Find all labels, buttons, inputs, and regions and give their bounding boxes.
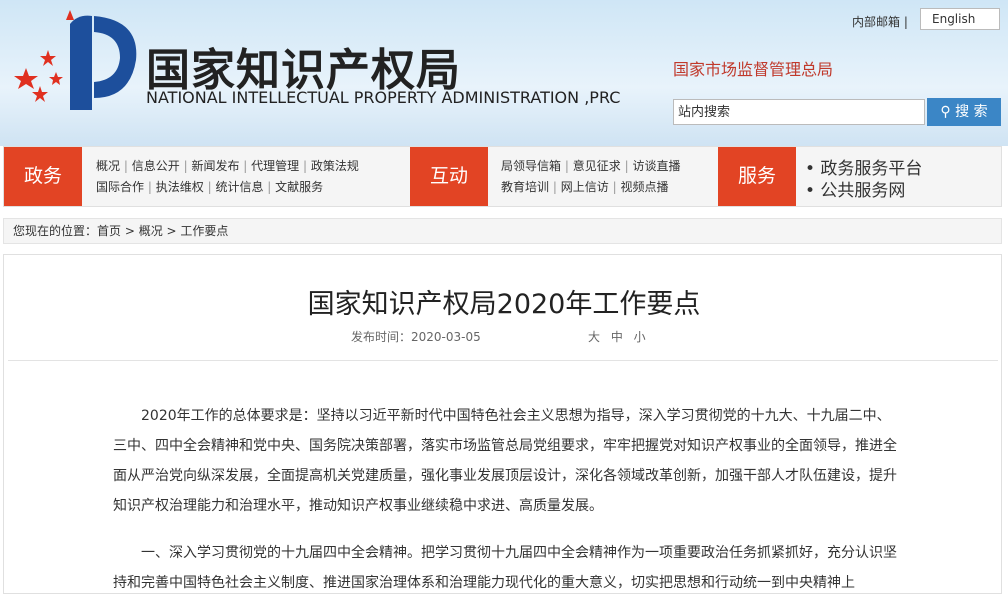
search-button[interactable]: ⚲ 搜 索	[927, 98, 1001, 126]
header: 国家知识产权局 NATIONAL INTELLECTUAL PROPERTY A…	[0, 0, 1008, 146]
paragraph: 一、深入学习贯彻党的十九届四中全会精神。把学习贯彻十九届四中全会精神作为一项重要…	[113, 545, 897, 591]
nav-link[interactable]: 视频点播	[620, 180, 668, 194]
nav-link[interactable]: 新闻发布	[191, 159, 239, 173]
publish-date: 发布时间：2020-03-05	[351, 330, 481, 344]
nav-link[interactable]: 教育培训	[501, 180, 549, 194]
nav-link[interactable]: 访谈直播	[632, 159, 680, 173]
breadcrumb-home[interactable]: 首页	[97, 224, 121, 238]
public-service-link[interactable]: • 公共服务网	[805, 176, 905, 201]
nav-tag-zhengwu[interactable]: 政务	[4, 147, 82, 206]
article-body: 2020年工作的总体要求是：坚持以习近平新时代中国特色社会主义思想为指导，深入学…	[113, 401, 903, 615]
nav-link[interactable]: 意见征求	[573, 159, 621, 173]
breadcrumb: 您现在的位置：首页 > 概况 > 工作要点	[3, 218, 1002, 244]
parent-agency-link[interactable]: 国家市场监督管理总局	[673, 56, 833, 80]
nav-link[interactable]: 代理管理	[251, 159, 299, 173]
language-select[interactable]: English	[920, 8, 1000, 30]
nav-link[interactable]: 统计信息	[215, 180, 263, 194]
search-input[interactable]	[673, 99, 925, 125]
article-title: 国家知识产权局2020年工作要点	[307, 289, 701, 320]
nav-link[interactable]: 局领导信箱	[501, 159, 561, 173]
main-nav: 政务 概况 | 信息公开 | 新闻发布 | 代理管理 | 政策法规 国际合作 |…	[3, 146, 1002, 207]
zw-links-row1: 概况 | 信息公开 | 新闻发布 | 代理管理 | 政策法规	[96, 159, 359, 173]
nav-link[interactable]: 概况	[96, 159, 120, 173]
breadcrumb-current[interactable]: 工作要点	[180, 224, 228, 238]
nav-link[interactable]: 文献服务	[275, 180, 323, 194]
nav-link[interactable]: 网上信访	[561, 180, 609, 194]
search-icon: ⚲	[940, 104, 951, 120]
nav-link[interactable]: 政策法规	[311, 159, 359, 173]
internal-mail-link[interactable]: 内部邮箱 |	[852, 13, 908, 30]
logo-emblem	[14, 10, 137, 111]
nav-tag-fuwu[interactable]: 服务	[718, 147, 796, 206]
search-button-label: 搜 索	[955, 104, 988, 120]
hd-links-row1: 局领导信箱 | 意见征求 | 访谈直播	[501, 159, 681, 173]
breadcrumb-overview[interactable]: 概况	[139, 224, 163, 238]
nav-link[interactable]: 执法维权	[156, 180, 204, 194]
breadcrumb-label: 您现在的位置：	[13, 224, 98, 238]
nav-tag-hudong[interactable]: 互动	[410, 147, 488, 206]
hd-links-row2: 教育培训 | 网上信访 | 视频点播	[501, 180, 669, 194]
paragraph: 2020年工作的总体要求是：坚持以习近平新时代中国特色社会主义思想为指导，深入学…	[113, 408, 897, 514]
nav-link[interactable]: 信息公开	[132, 159, 180, 173]
font-size-switch[interactable]: 大 中 小	[588, 328, 646, 345]
divider	[8, 360, 998, 361]
site-title-en: NATIONAL INTELLECTUAL PROPERTY ADMINISTR…	[146, 88, 621, 107]
nav-link[interactable]: 国际合作	[96, 180, 144, 194]
zw-links-row2: 国际合作 | 执法维权 | 统计信息 | 文献服务	[96, 180, 324, 194]
